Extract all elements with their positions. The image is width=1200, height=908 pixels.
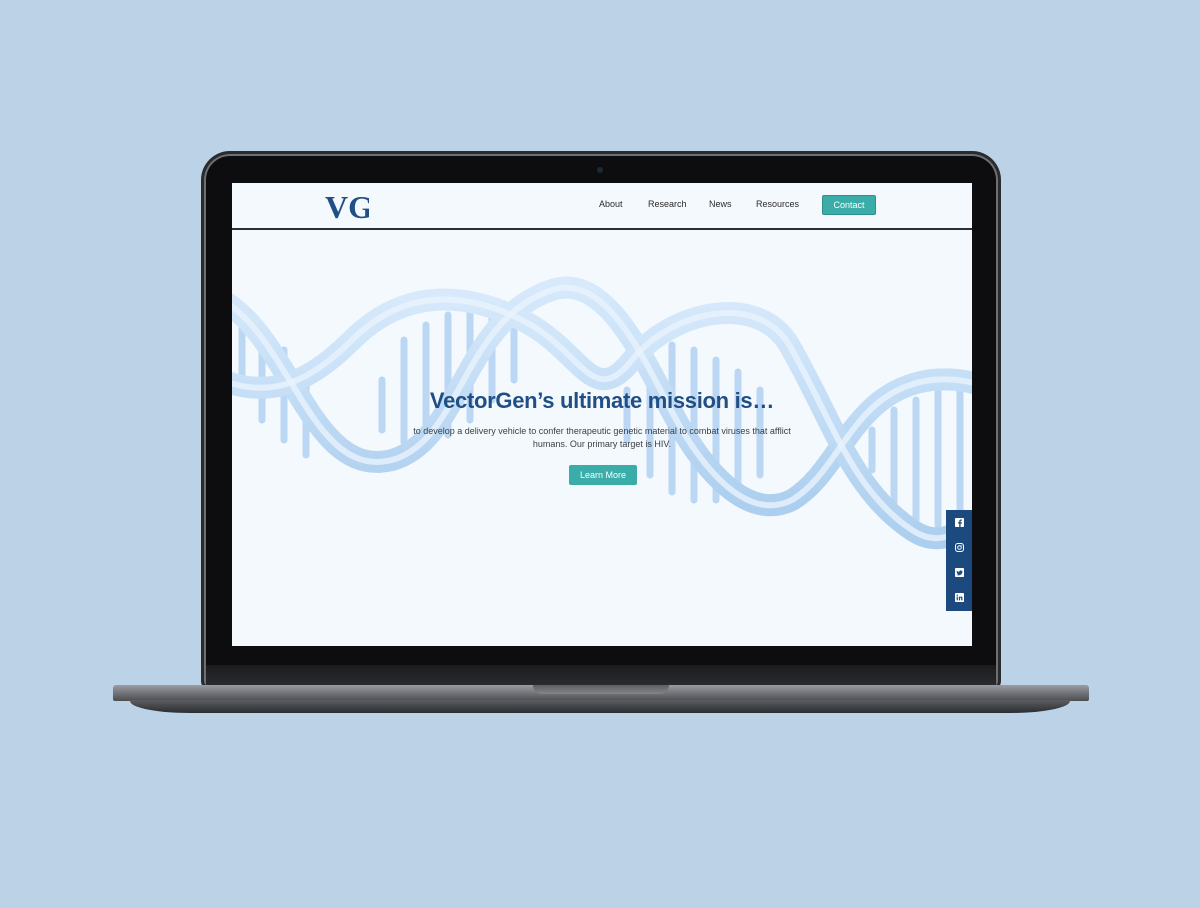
website-screen: VG About Research News Resources Contact… [232,183,972,646]
linkedin-icon [954,593,964,602]
facebook-link[interactable] [946,510,972,535]
linkedin-link[interactable] [946,585,972,610]
camera-dot [597,167,603,173]
hero-description: to develop a delivery vehicle to confer … [413,426,791,449]
learn-more-button[interactable]: Learn More [569,465,637,485]
hero-title: VectorGen’s ultimate mission is… [429,388,775,413]
laptop-base-bottom [130,700,1070,713]
twitter-link[interactable] [946,560,972,585]
social-sidebar [946,510,972,611]
twitter-icon [954,568,964,577]
facebook-icon [954,518,964,527]
instagram-link[interactable] [946,535,972,560]
hero-section: VectorGen’s ultimate mission is… to deve… [232,183,972,646]
laptop-chin [206,665,996,685]
instagram-icon [954,543,964,552]
laptop-notch [533,685,669,694]
